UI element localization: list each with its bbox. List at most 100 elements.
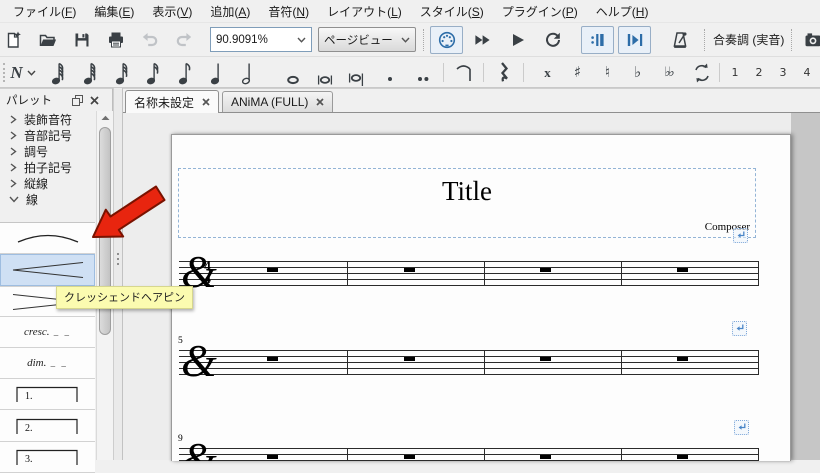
open-button[interactable] [34,27,62,53]
whole-rest[interactable] [404,356,415,361]
double-sharp-button[interactable]: x [534,59,561,86]
voice-3-button[interactable]: 3 [772,59,794,86]
voice-1-button[interactable]: 1 [724,59,746,86]
palette-tree-item-0[interactable]: 装飾音符 [0,111,95,127]
loop-playback-button[interactable] [537,27,568,53]
ddot-icon [417,76,428,81]
duration-64th-button[interactable] [75,59,106,86]
midi-input-toggle[interactable] [430,25,463,54]
document-tab-0[interactable]: 名称未設定 [125,90,220,113]
tie-button[interactable] [449,59,479,86]
float-panel-icon[interactable] [72,94,83,106]
rewind-button[interactable] [467,27,498,53]
menu-item-1[interactable]: 編集(E) [85,0,143,23]
panel-splitter[interactable] [113,88,123,460]
undo-button[interactable] [136,27,164,53]
palette-tree-item-3[interactable]: 拍子記号 [0,159,95,175]
whole-rest[interactable] [404,267,415,272]
crescendo-hairpin-cell[interactable] [0,254,95,287]
whole-rest[interactable] [677,267,688,272]
sharp-button[interactable]: ♯ [564,59,591,86]
new-score-button[interactable] [0,27,28,53]
scroll-up-icon[interactable] [97,111,113,125]
voice-2-button[interactable]: 2 [748,59,770,86]
menu-item-7[interactable]: プラグイン(P) [493,0,587,23]
breve-icon [317,75,332,84]
whole-rest[interactable] [540,454,551,459]
menu-item-8[interactable]: ヘルプ(H) [587,0,658,23]
chevron-right-icon [9,178,17,188]
metronome-button[interactable] [664,27,695,53]
volta-prima-cell[interactable]: 1. [0,379,95,410]
slur-cell[interactable] [0,223,95,254]
whole-rest[interactable] [540,267,551,272]
volta-seconda-cell[interactable]: 2. [0,410,95,442]
play-button[interactable] [502,27,533,53]
view-mode-select[interactable]: ページビュー [318,27,416,52]
flat-button[interactable]: ♭ [624,59,651,86]
whole-rest[interactable] [267,267,278,272]
staff-line [179,350,759,351]
tab-label: ANiMA (FULL) [231,95,309,109]
volta-terza-cell[interactable]: 3. [0,442,95,473]
duration-breve-button[interactable] [309,59,340,86]
menu-item-6[interactable]: スタイル(S) [411,0,493,23]
chevron-right-icon [9,162,17,172]
duration-longa-button[interactable] [341,59,372,86]
close-icon[interactable] [90,95,99,105]
menu-item-0[interactable]: ファイル(F) [4,0,85,23]
menu-item-5[interactable]: レイアウト(L) [318,0,411,23]
print-button[interactable] [102,27,130,53]
whole-rest[interactable] [267,356,278,361]
system-break-icon[interactable] [733,228,748,243]
whole-rest[interactable] [404,454,415,459]
voice-4-button[interactable]: 4 [796,59,818,86]
menu-item-2[interactable]: 表示(V) [143,0,201,23]
augmentation-dot-button[interactable] [374,59,405,86]
note-input-button[interactable]: N [2,59,44,86]
score-page[interactable]: Title Composer & 4 4 & 5 & 9 [171,134,791,461]
palette-tree-item-2[interactable]: 調号 [0,143,95,159]
palette-tree-item-4[interactable]: 縦線 [0,175,95,191]
duration-quarter-button[interactable] [202,59,233,86]
zoom-select[interactable]: 90.9091% [210,27,312,52]
palette-tree-item-5[interactable]: 線 [0,191,95,207]
duration-half-button[interactable] [233,59,264,86]
svg-text:2.: 2. [25,423,33,434]
palette-title: パレット [6,95,52,107]
image-capture-button[interactable] [799,27,820,53]
duration-16th-button[interactable] [138,59,169,86]
whole-rest[interactable] [540,356,551,361]
save-button[interactable] [68,27,96,53]
rest-button[interactable] [489,59,519,86]
duration-32nd-button[interactable] [107,59,138,86]
close-icon[interactable] [316,98,324,106]
menu-item-3[interactable]: 追加(A) [201,0,259,23]
score-title-text[interactable]: Title [179,176,755,207]
double-flat-button[interactable]: ♭♭ [654,59,683,86]
natural-button[interactable]: ♮ [594,59,621,86]
redo-button[interactable] [170,27,198,53]
pan-playback-toggle[interactable] [618,25,651,54]
cresc-dashed-line-cell[interactable]: cresc. _ _ [0,317,95,348]
system-break-icon[interactable] [734,420,749,435]
duration-128th-button[interactable] [43,59,74,86]
whole-rest[interactable] [677,356,688,361]
system-break-icon[interactable] [732,321,747,336]
double-dot-button[interactable] [407,59,438,86]
whole-rest[interactable] [677,454,688,459]
close-icon[interactable] [202,98,210,106]
flip-direction-button[interactable] [687,59,716,86]
duration-whole-button[interactable] [277,59,308,86]
whole-rest[interactable] [267,454,278,459]
treble-clef[interactable]: & [181,338,217,384]
duration-8th-button[interactable] [170,59,201,86]
document-tab-1[interactable]: ANiMA (FULL) [222,91,334,112]
dim-dashed-line-cell[interactable]: dim. _ _ [0,348,95,379]
palette-tree-item-1[interactable]: 音部記号 [0,127,95,143]
play-repeats-toggle[interactable] [581,25,614,54]
time-signature[interactable]: 44 [201,259,214,285]
concert-pitch-toggle[interactable]: 合奏調 (実音) [706,27,791,52]
treble-clef[interactable]: & [181,436,217,462]
menu-item-4[interactable]: 音符(N) [259,0,318,23]
